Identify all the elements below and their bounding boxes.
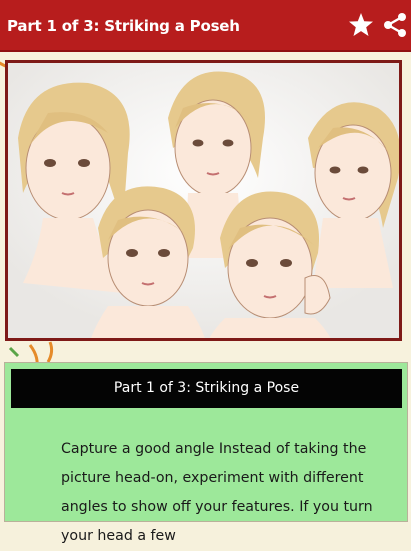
star-icon[interactable]	[347, 11, 375, 39]
face-right-top	[308, 102, 399, 288]
step-illustration	[5, 60, 402, 341]
step-card-heading: Part 1 of 3: Striking a Pose	[11, 369, 402, 408]
step-card-text: Capture a good angle Instead of taking t…	[61, 441, 373, 544]
share-icon[interactable]	[381, 11, 409, 39]
faces-illustration	[8, 63, 399, 338]
page-title: Part 1 of 3: Striking a Poseh	[7, 17, 240, 35]
step-card: Part 1 of 3: Striking a Pose Capture a g…	[4, 362, 408, 544]
